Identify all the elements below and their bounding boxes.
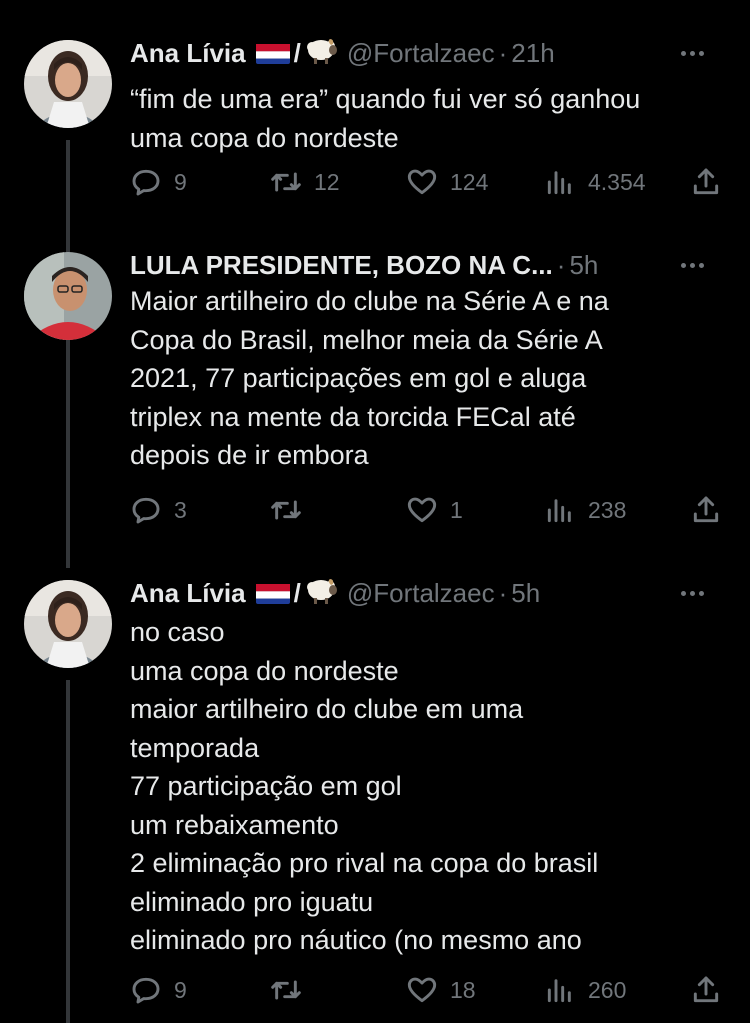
like-count: 18 — [450, 976, 476, 1003]
reply-count: 3 — [174, 496, 187, 523]
more-icon[interactable] — [681, 36, 704, 70]
name-emoji: / — [255, 35, 339, 72]
tweet-text: Maior artilheiro do clube na Série A e n… — [130, 282, 720, 475]
tweet-actions: 9 12 124 4.354 — [130, 162, 730, 202]
reply-icon — [132, 169, 160, 196]
heart-icon — [407, 497, 437, 523]
tweet[interactable]: Ana Lívia / @Fortalzaec · 5h no caso uma… — [0, 560, 750, 1023]
retweet-icon — [271, 172, 301, 192]
share-icon — [693, 976, 719, 1003]
avatar[interactable] — [24, 580, 112, 668]
views-button[interactable]: 260 — [544, 970, 626, 1010]
views-count: 4.354 — [588, 168, 646, 195]
views-icon — [547, 979, 571, 1003]
share-button[interactable] — [690, 490, 722, 530]
user-handle[interactable]: @Fortalzaec — [347, 38, 495, 69]
retweet-button[interactable]: 12 — [270, 162, 340, 202]
tweet-actions: 9 18 260 — [130, 970, 730, 1010]
views-button[interactable]: 238 — [544, 490, 626, 530]
tweet-text-line: temporada — [130, 732, 260, 763]
retweet-icon — [271, 500, 301, 520]
tweet-text-line: 2 eliminação pro rival na copa do brasil — [130, 848, 599, 878]
tweet-text-line: no caso — [130, 617, 225, 647]
tweet-text-line: triplex na mente da torcida FECal até — [130, 401, 576, 432]
retweet-count: 12 — [314, 168, 340, 195]
sheep-emoji-icon — [303, 575, 339, 612]
views-button[interactable]: 4.354 — [544, 162, 646, 202]
avatar[interactable] — [24, 252, 112, 340]
retweet-button[interactable] — [270, 970, 314, 1010]
name-slash: / — [293, 37, 301, 68]
retweet-button[interactable] — [270, 490, 314, 530]
display-name[interactable]: LULA PRESIDENTE, BOZO NA C... — [130, 250, 553, 281]
tweet-text-line: maior artilheiro do clube em uma — [130, 694, 524, 724]
more-icon[interactable] — [681, 576, 704, 610]
reply-button[interactable]: 3 — [130, 490, 187, 530]
share-button[interactable] — [690, 970, 722, 1010]
more-icon[interactable] — [681, 248, 704, 282]
tweet-text: “fim de uma era” quando fui ver só ganho… — [130, 80, 720, 157]
user-handle[interactable]: @Fortalzaec — [347, 578, 495, 609]
like-count: 1 — [450, 496, 463, 523]
avatar[interactable] — [24, 40, 112, 128]
views-count: 238 — [588, 496, 627, 523]
reply-count: 9 — [174, 168, 187, 195]
tweet[interactable]: LULA PRESIDENTE, BOZO NA C... · 5h Maior… — [0, 230, 750, 560]
heart-icon — [407, 977, 437, 1003]
tweet-text-line: “fim de uma era” quando fui ver só ganho… — [130, 84, 641, 114]
name-emoji: / — [255, 575, 339, 612]
heart-icon — [407, 169, 437, 195]
views-icon — [547, 499, 571, 523]
tweet-text-line: Maior artilheiro do clube na Série A e n… — [130, 286, 609, 316]
timestamp[interactable]: 5h — [511, 578, 540, 609]
tweet-text-line: eliminado pro náutico (no mesmo ano — [130, 925, 582, 955]
display-name[interactable]: Ana Lívia — [130, 38, 246, 69]
name-slash: / — [293, 577, 301, 608]
tweet-actions: 3 1 238 — [130, 490, 730, 530]
share-icon — [693, 168, 719, 195]
retweet-icon — [271, 980, 301, 1000]
reply-icon — [132, 977, 160, 1004]
reply-count: 9 — [174, 976, 187, 1003]
netherlands-flag-icon — [255, 42, 290, 64]
tweet-text-line: um rebaixamento — [130, 809, 339, 840]
tweet-header: Ana Lívia / @Fortalzaec · 21h — [130, 36, 730, 70]
tweet-text-line: Copa do Brasil, melhor meia da Série A — [130, 324, 603, 355]
timestamp[interactable]: 21h — [511, 38, 554, 69]
tweet-text-line: uma copa do nordeste — [130, 655, 399, 686]
timestamp[interactable]: 5h — [569, 250, 598, 281]
separator-dot: · — [498, 37, 508, 68]
tweet-text-line: 77 participação em gol — [130, 771, 402, 801]
tweet-header: Ana Lívia / @Fortalzaec · 5h — [130, 576, 730, 610]
like-count: 124 — [450, 168, 489, 195]
display-name[interactable]: Ana Lívia — [130, 578, 246, 609]
tweet-text-line: depois de ir embora — [130, 440, 369, 470]
share-icon — [693, 496, 719, 523]
like-button[interactable]: 124 — [406, 162, 488, 202]
tweet-text-line: uma copa do nordeste — [130, 122, 399, 153]
views-icon — [547, 171, 571, 195]
tweet-header: LULA PRESIDENTE, BOZO NA C... · 5h — [130, 248, 730, 282]
like-button[interactable]: 1 — [406, 490, 463, 530]
separator-dot: · — [556, 249, 566, 280]
tweet[interactable]: Ana Lívia / @Fortalzaec · 21h “fim de um… — [0, 0, 750, 230]
separator-dot: · — [498, 577, 508, 608]
reply-button[interactable]: 9 — [130, 970, 187, 1010]
views-count: 260 — [588, 976, 627, 1003]
like-button[interactable]: 18 — [406, 970, 476, 1010]
tweet-text: no caso uma copa do nordeste maior artil… — [130, 613, 720, 960]
reply-icon — [132, 497, 160, 524]
tweet-text-line: eliminado pro iguatu — [130, 886, 374, 917]
tweet-text-line: 2021, 77 participações em gol e aluga — [130, 363, 587, 393]
sheep-emoji-icon — [303, 35, 339, 72]
share-button[interactable] — [690, 162, 722, 202]
reply-button[interactable]: 9 — [130, 162, 187, 202]
netherlands-flag-icon — [255, 582, 290, 604]
